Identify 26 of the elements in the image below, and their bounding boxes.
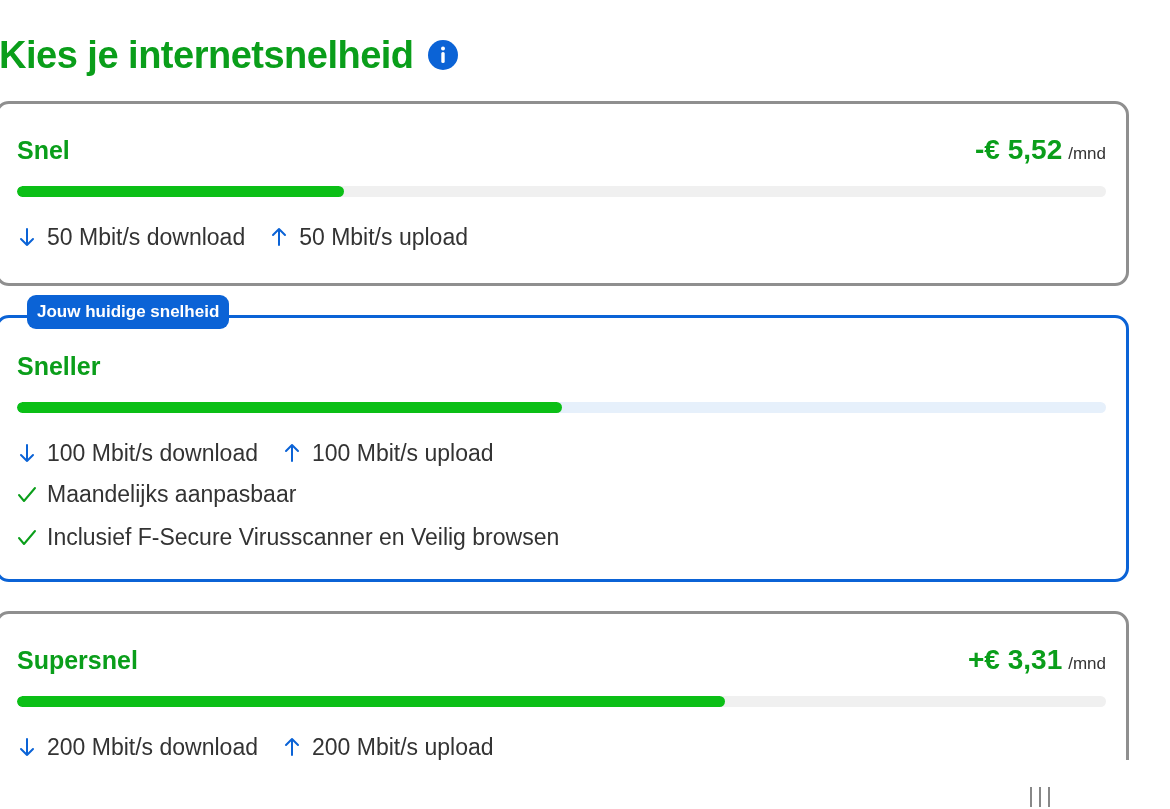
- check-icon: [17, 527, 37, 548]
- down-arrow-icon: [17, 227, 37, 247]
- price-unit: /mnd: [1068, 654, 1106, 674]
- recent-apps-icon[interactable]: [1028, 785, 1052, 808]
- upload-speed: 200 Mbit/s upload: [311, 733, 494, 760]
- upload-speed: 100 Mbit/s upload: [311, 439, 494, 467]
- price-unit: /mnd: [1068, 144, 1106, 164]
- upload-speed: 50 Mbit/s upload: [299, 223, 468, 251]
- plan-card[interactable]: Snel -€ 5,52 /mnd 50 Mbit/s download 50 Mbit/s upload: [0, 101, 1129, 286]
- download-speed: 50 Mbit/s download: [47, 223, 246, 251]
- plan-name: Supersnel: [17, 645, 138, 675]
- page-title: Kies je internetsnelheid: [0, 33, 414, 77]
- download-speed: 200 Mbit/s download: [47, 733, 258, 760]
- check-icon: [17, 484, 37, 505]
- download-speed: 100 Mbit/s download: [47, 439, 258, 467]
- feature-text: Inclusief F-Secure Virusscanner en Veilig browsen: [47, 524, 560, 551]
- feature-text: Maandelijks aanpasbaar: [47, 481, 297, 508]
- info-icon[interactable]: [427, 40, 458, 70]
- plan-card[interactable]: Supersnel +€ 3,31 /mnd 200 Mbit/s download 200 Mbit/s upload: [0, 611, 1129, 760]
- plan-name: Sneller: [17, 351, 101, 381]
- down-arrow-icon: [17, 443, 37, 463]
- current-badge: Jouw huidige snelheid: [27, 295, 230, 329]
- plan-name: Snel: [17, 135, 70, 165]
- plan-price: +€ 3,31: [968, 644, 1063, 676]
- plan-price: -€ 5,52: [975, 134, 1063, 166]
- down-arrow-icon: [17, 737, 37, 757]
